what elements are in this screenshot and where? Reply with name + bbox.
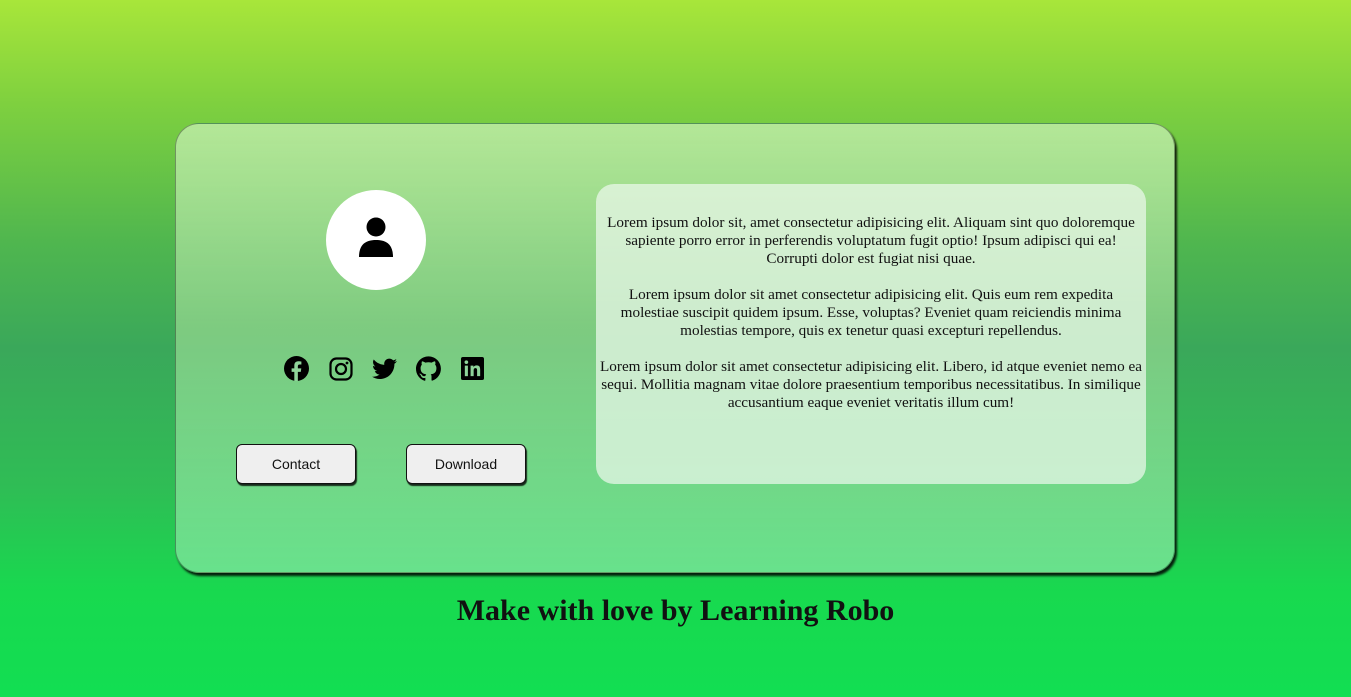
profile-card: Contact Download Lorem ipsum dolor sit, … [175,123,1175,573]
twitter-icon[interactable] [372,356,397,381]
social-links [284,356,485,381]
contact-button[interactable]: Contact [236,444,356,484]
avatar [326,190,426,290]
facebook-icon[interactable] [284,356,309,381]
about-paragraph: Lorem ipsum dolor sit amet consectetur a… [620,286,1122,339]
about-paragraph: Lorem ipsum dolor sit, amet consectetur … [607,214,1135,267]
download-button[interactable]: Download [406,444,526,484]
about-paragraph: Lorem ipsum dolor sit amet consectetur a… [600,358,1142,411]
footer-credit: Make with love by Learning Robo [456,594,895,627]
user-icon [358,217,394,264]
github-icon[interactable] [416,356,441,381]
instagram-icon[interactable] [328,356,353,381]
linkedin-icon[interactable] [460,356,485,381]
about-text-box: Lorem ipsum dolor sit, amet consectetur … [596,184,1146,484]
